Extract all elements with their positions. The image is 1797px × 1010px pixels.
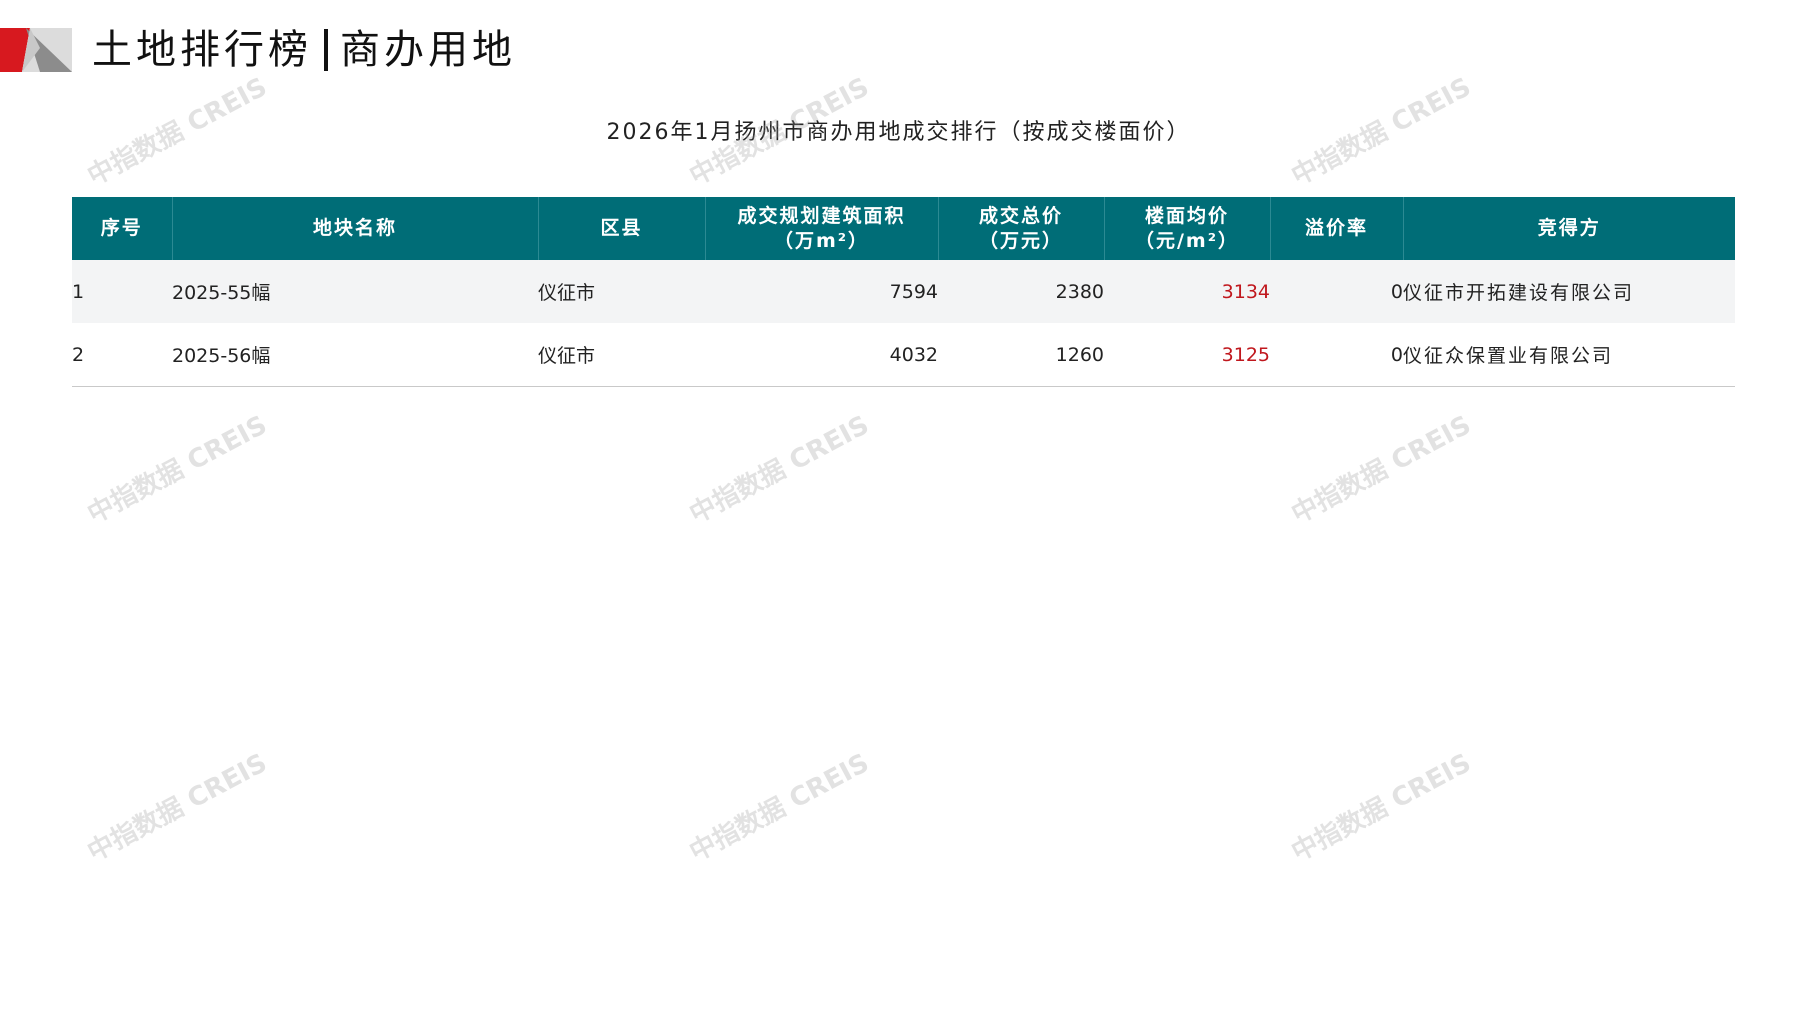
- col-header-name: 地块名称: [172, 197, 539, 260]
- col-header-winner: 竞得方: [1403, 197, 1735, 260]
- table-row: 1 2025-55幅 仪征市 7594 2380 3134 0 仪征市开拓建设有…: [72, 260, 1735, 323]
- cell-total: 1260: [938, 323, 1104, 387]
- watermark: 中指数据 CREIS: [1286, 748, 1477, 868]
- title-separator: [324, 29, 328, 71]
- cell-district: 仪征市: [538, 260, 705, 323]
- cell-no: 2: [72, 323, 172, 387]
- cell-winner: 仪征众保置业有限公司: [1403, 323, 1735, 387]
- cell-district: 仪征市: [538, 323, 705, 387]
- cell-area: 4032: [705, 323, 938, 387]
- watermark: 中指数据 CREIS: [82, 748, 273, 868]
- col-header-price: 楼面均价 （元/m²）: [1104, 197, 1271, 260]
- col-header-no: 序号: [72, 197, 173, 260]
- cell-name: 2025-56幅: [172, 323, 538, 387]
- brand-logo-mark: [0, 28, 72, 72]
- cell-price: 3125: [1104, 323, 1270, 387]
- table-caption: 2026年1月扬州市商办用地成交排行（按成交楼面价）: [606, 120, 1191, 145]
- ranking-table: 序号 地块名称 区县 成交规划建筑面积 （万m²） 成交总价 （万元） 楼面均价…: [72, 197, 1735, 387]
- cell-total: 2380: [938, 260, 1104, 323]
- page-title-sub: 商办用地: [340, 27, 516, 73]
- col-header-premium: 溢价率: [1270, 197, 1404, 260]
- col-header-total: 成交总价 （万元）: [938, 197, 1105, 260]
- table-header-row: 序号 地块名称 区县 成交规划建筑面积 （万m²） 成交总价 （万元） 楼面均价…: [72, 197, 1735, 260]
- table-row: 2 2025-56幅 仪征市 4032 1260 3125 0 仪征众保置业有限…: [72, 323, 1735, 387]
- cell-premium: 0: [1270, 323, 1403, 387]
- watermark: 中指数据 CREIS: [684, 410, 875, 530]
- cell-winner: 仪征市开拓建设有限公司: [1403, 260, 1735, 323]
- page-title-main: 土地排行榜: [92, 27, 312, 73]
- watermark: 中指数据 CREIS: [684, 748, 875, 868]
- page-title: 土地排行榜 商办用地: [92, 22, 516, 78]
- watermark: 中指数据 CREIS: [82, 410, 273, 530]
- cell-area: 7594: [705, 260, 938, 323]
- cell-premium: 0: [1270, 260, 1403, 323]
- cell-price: 3134: [1104, 260, 1270, 323]
- cell-name: 2025-55幅: [172, 260, 538, 323]
- watermark: 中指数据 CREIS: [1286, 410, 1477, 530]
- col-header-district: 区县: [538, 197, 706, 260]
- col-header-area: 成交规划建筑面积 （万m²）: [705, 197, 939, 260]
- cell-no: 1: [72, 260, 172, 323]
